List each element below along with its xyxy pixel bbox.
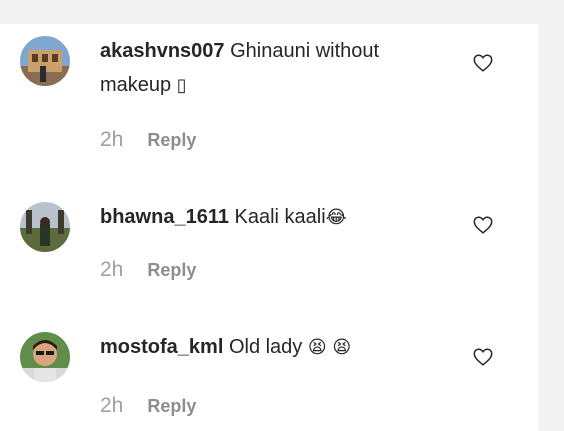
- comment-text: akashvns007 Ghinauni without makeup ▯: [100, 34, 440, 103]
- avatar-photo-icon: [20, 332, 70, 382]
- scrollbar-track[interactable]: [538, 0, 564, 431]
- comment-timestamp: 2h: [100, 394, 124, 417]
- emoji-glyph: 😂: [325, 207, 347, 228]
- comment-username[interactable]: akashvns007: [100, 40, 225, 62]
- heart-outline-icon[interactable]: [472, 52, 494, 74]
- comment-meta: 2h Reply: [100, 128, 196, 152]
- reply-button[interactable]: Reply: [147, 130, 196, 151]
- heart-outline-icon[interactable]: [472, 214, 494, 236]
- comment-username[interactable]: mostofa_kml: [100, 336, 223, 358]
- comment-body: Old lady: [228, 336, 303, 358]
- reply-button[interactable]: Reply: [147, 260, 196, 281]
- comment-username[interactable]: bhawna_1611: [100, 206, 229, 228]
- comment-timestamp: 2h: [100, 258, 124, 281]
- avatar-photo-icon: [20, 36, 70, 86]
- top-divider: [0, 0, 564, 24]
- comment-text: mostofa_kml Old lady 😫 😫: [100, 330, 440, 365]
- comment-panel: akashvns007 Ghinauni without makeup ▯ 2h…: [0, 0, 564, 431]
- avatar[interactable]: [20, 332, 70, 382]
- comment-meta: 2h Reply: [100, 258, 196, 282]
- emoji-glyph: 😫 😫: [307, 337, 352, 358]
- comment-meta: 2h Reply: [100, 394, 196, 418]
- comment-list: akashvns007 Ghinauni without makeup ▯ 2h…: [0, 24, 538, 431]
- avatar[interactable]: [20, 202, 70, 252]
- comment-timestamp: 2h: [100, 128, 124, 151]
- comment-body: Kaali kaali: [234, 206, 326, 228]
- heart-outline-icon[interactable]: [472, 346, 494, 368]
- comment-text: bhawna_1611 Kaali kaali😂: [100, 200, 440, 235]
- avatar[interactable]: [20, 36, 70, 86]
- emoji-glyph: ▯: [176, 75, 187, 96]
- reply-button[interactable]: Reply: [147, 396, 196, 417]
- avatar-photo-icon: [20, 202, 70, 252]
